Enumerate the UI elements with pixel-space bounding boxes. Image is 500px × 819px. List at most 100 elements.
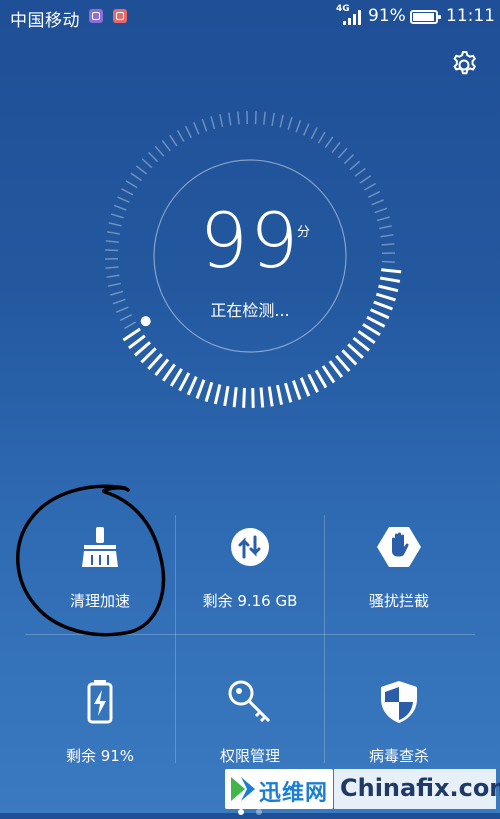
tile-label: 剩余 91% (25, 745, 175, 766)
dial-tick (360, 176, 371, 183)
dial-tick (229, 113, 231, 126)
tile-label: 剩余 9.16 GB (175, 590, 325, 611)
tile-label: 权限管理 (175, 745, 325, 766)
dial-tick (304, 124, 309, 136)
dial-tick (269, 387, 272, 407)
dial-tick (135, 342, 150, 355)
dial-tick (202, 119, 206, 131)
dial-tick (197, 380, 204, 399)
battery-icon (410, 10, 438, 24)
dial-tick (171, 369, 181, 386)
dial-tick (131, 173, 142, 180)
hand-stop-icon (375, 523, 423, 571)
watermark-logo-left: 迅维网 (225, 769, 333, 809)
dial-tick (234, 387, 236, 407)
dial-tick (238, 112, 239, 125)
dial-tick (244, 388, 245, 408)
signal-icon (343, 10, 363, 25)
dial-tick (118, 197, 130, 202)
dial-tick (220, 114, 223, 127)
dial-tick (288, 117, 292, 129)
dial-tick (136, 166, 146, 174)
dial-tick (256, 111, 257, 124)
dial-tick (330, 361, 342, 377)
dial-tick (363, 324, 380, 334)
tile-label: 骚扰拦截 (324, 590, 474, 611)
dial-tick (149, 152, 158, 161)
key-icon (226, 678, 274, 726)
tile-storage[interactable]: 剩余 9.16 GB (175, 515, 325, 655)
tile-label: 病毒查杀 (324, 745, 474, 766)
dial-tick (122, 189, 134, 195)
tile-harassment-block[interactable]: 骚扰拦截 (324, 515, 474, 655)
dial-tick (124, 322, 135, 329)
dial-tick (336, 356, 349, 371)
battery-percent: 91% (368, 6, 406, 26)
dial-tick (358, 331, 374, 342)
dial-tick (301, 378, 309, 396)
dial-tick (285, 383, 290, 402)
dial-tick (338, 148, 347, 158)
score-value: 99 (0, 203, 500, 279)
dial-tick (211, 116, 214, 129)
dial-tick (142, 159, 152, 168)
dial-tick (123, 329, 140, 340)
shield-icon (375, 678, 423, 726)
dial-tick (368, 192, 380, 198)
dial-tick (215, 385, 220, 404)
dial-tick (148, 354, 161, 369)
dial-tick (264, 112, 265, 125)
dial-tick (355, 168, 365, 176)
dial-tick (344, 155, 353, 164)
dial-tick (311, 128, 317, 140)
tile-battery[interactable]: 剩余 91% (25, 670, 175, 810)
dial-tick (261, 388, 263, 408)
gear-icon[interactable] (448, 49, 480, 81)
watermark-text: 迅维网 (259, 775, 328, 807)
dial-tick (293, 381, 300, 400)
dial-tick (318, 132, 325, 143)
dial-tick (170, 135, 177, 146)
dial-tick (162, 141, 170, 151)
dial-tick (353, 338, 369, 350)
battery-charging-icon (76, 678, 124, 726)
score-unit: 分 (297, 221, 310, 240)
dial-tick (194, 122, 199, 134)
feature-grid: 清理加速 剩余 9.16 GB 骚扰拦截 剩余 91% (0, 510, 500, 813)
dial-tick (277, 385, 281, 405)
dial-tick (379, 286, 398, 291)
dial-tick (342, 350, 356, 364)
dial-tick (350, 161, 360, 169)
page-dot (238, 809, 244, 815)
watermark-logo-right: Chinafix.com (334, 769, 496, 809)
page-dot (256, 809, 262, 815)
dial-tick (186, 126, 192, 138)
up-down-arrows-icon (226, 523, 274, 571)
broom-icon (76, 523, 124, 571)
notification-app-icon (89, 9, 103, 23)
dial-tick (225, 386, 228, 406)
dial-tick (206, 382, 212, 401)
dial-tick (108, 283, 121, 286)
dial-tick (163, 364, 174, 380)
xunwei-logo-icon (229, 775, 257, 803)
notification-app-icon (113, 9, 127, 23)
dial-tick (296, 120, 301, 132)
tile-clean-speedup[interactable]: 清理加速 (25, 515, 175, 655)
dial-tick (180, 373, 189, 391)
dial-tick (332, 142, 340, 152)
dial-tick (309, 374, 318, 392)
dial-tick (155, 146, 163, 156)
tile-label: 清理加速 (25, 590, 175, 611)
dial-tick (348, 344, 363, 357)
carrier-name: 中国移动 (10, 6, 80, 31)
dial-tick (156, 359, 168, 375)
dial-tick (325, 137, 332, 148)
status-bar: 中国移动 4G 91% 11:11 (0, 0, 500, 34)
dial-tick (110, 291, 123, 294)
watermark-text: Chinafix.com (340, 774, 500, 802)
dial-tick (178, 130, 185, 141)
dial-tick (323, 366, 334, 383)
dial-tick (141, 348, 155, 362)
dial-tick (126, 181, 137, 188)
